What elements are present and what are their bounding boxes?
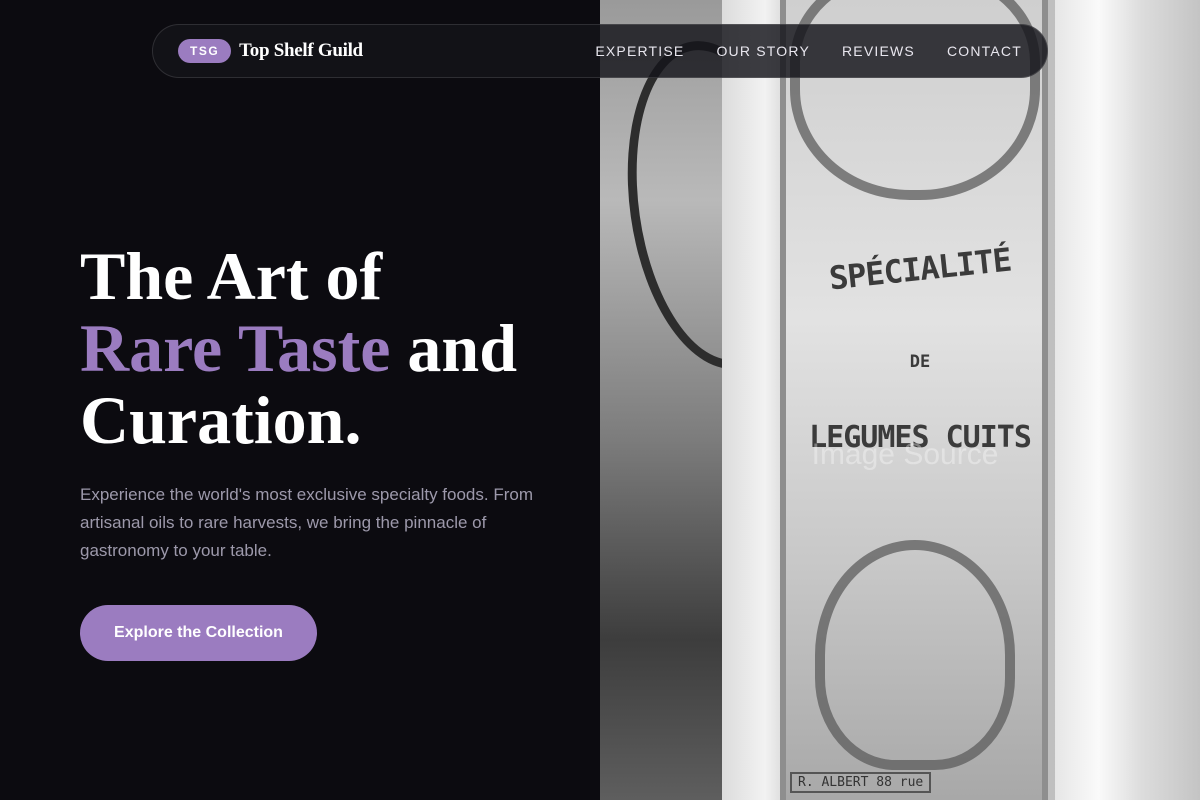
sign-footer-plate: R. ALBERT 88 rue [790,772,932,793]
nav-link-reviews[interactable]: REVIEWS [842,43,915,59]
hero-title-after-accent: and [390,310,518,386]
hero-image: SPÉCIALITÉ DE LEGUMES CUITS Image Source… [600,0,1200,800]
explore-collection-button[interactable]: Explore the Collection [80,605,317,661]
hero-title-line3: Curation. [80,382,362,458]
image-side-panel [1055,0,1200,800]
brand-badge: TSG [178,39,232,63]
image-watermark: Image Source [811,438,999,471]
nav-links: EXPERTISE OUR STORY REVIEWS CONTACT [595,43,1022,59]
hero-title: The Art of Rare Taste and Curation. [80,240,580,456]
nav-link-contact[interactable]: CONTACT [947,43,1022,59]
navbar: TSG Top Shelf Guild EXPERTISE OUR STORY … [152,24,1048,78]
hero-title-line1: The Art of [80,238,383,314]
brand-name: Top Shelf Guild [239,40,363,61]
hero-description: Experience the world's most exclusive sp… [80,485,533,560]
hero-title-accent: Rare Taste [80,310,391,386]
nav-link-our-story[interactable]: OUR STORY [716,43,810,59]
brand-logo[interactable]: TSG Top Shelf Guild [178,39,363,63]
nav-link-expertise[interactable]: EXPERTISE [595,43,684,59]
image-ornament-bottom [815,540,1015,770]
sign-text-de: DE [909,352,931,372]
